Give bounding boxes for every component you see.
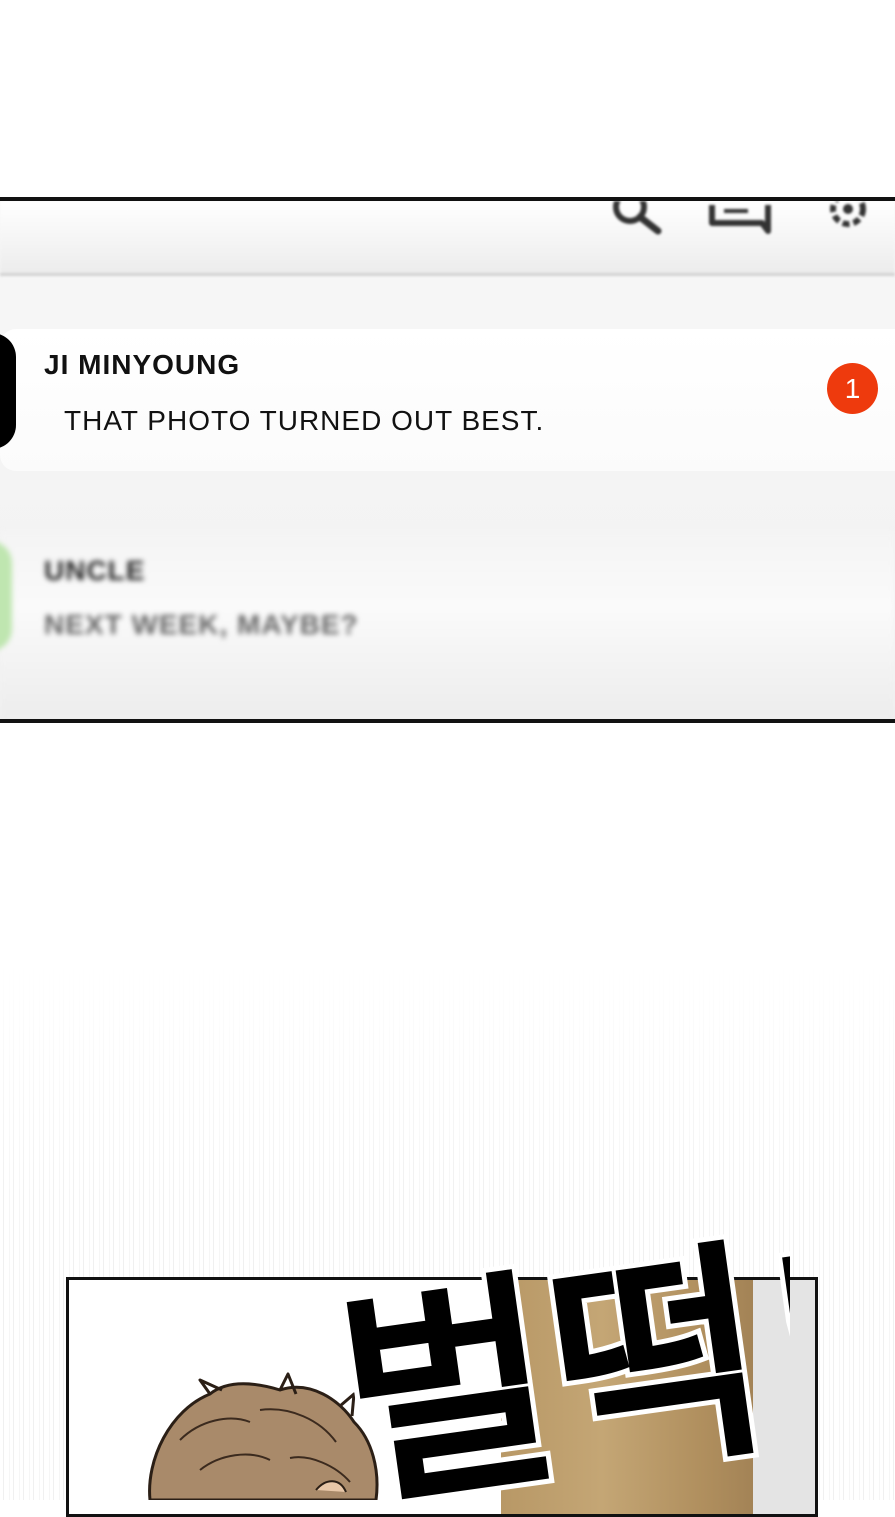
chat-message-preview: NEXT WEEK, MAYBE? — [44, 609, 359, 640]
chat-row[interactable]: UNCLE NEXT WEEK, MAYBE? — [0, 531, 895, 719]
chat-bubble-icon[interactable] — [706, 201, 776, 235]
sound-effect-graphic: 벌떡! — [340, 1199, 790, 1500]
chat-row[interactable]: JI MINYOUNG THAT PHOTO TURNED OUT BEST. … — [0, 329, 895, 471]
avatar — [0, 333, 16, 449]
chat-message-preview: THAT PHOTO TURNED OUT BEST. — [64, 405, 545, 436]
app-header — [0, 201, 895, 276]
unread-count-badge: 1 — [827, 363, 878, 414]
chat-contact-name: UNCLE — [44, 555, 146, 586]
gear-icon[interactable] — [818, 201, 880, 235]
phone-screen-panel: JI MINYOUNG THAT PHOTO TURNED OUT BEST. … — [0, 197, 895, 723]
chat-contact-name: JI MINYOUNG — [44, 349, 241, 380]
sound-effect-text: 벌떡! — [340, 1204, 790, 1500]
avatar — [0, 541, 12, 651]
search-icon[interactable] — [600, 201, 670, 241]
